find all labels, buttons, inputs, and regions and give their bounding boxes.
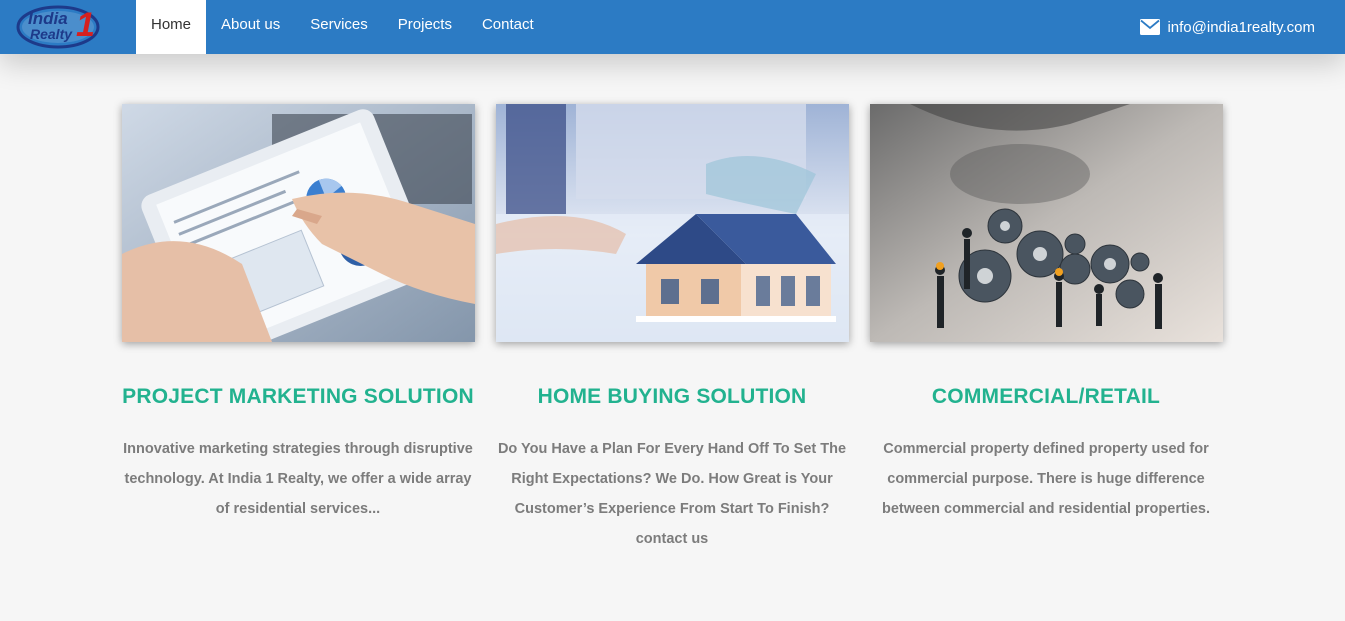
mail-icon <box>1140 19 1161 35</box>
tablet-chart-image <box>121 104 475 342</box>
nav-about-us[interactable]: About us <box>206 0 295 54</box>
services-section: PROJECT MARKETING SOLUTION Innovative ma… <box>111 104 1233 554</box>
email-contact-link[interactable]: info@india1realty.com <box>1140 0 1315 54</box>
india1-realty-logo[interactable]: India Realty 1 <box>16 0 106 52</box>
nav-home[interactable]: Home <box>136 0 207 54</box>
card-title: COMMERCIAL/RETAIL <box>931 385 1161 408</box>
house-model-image <box>495 104 849 342</box>
nav-projects[interactable]: Projects <box>383 0 467 54</box>
email-address[interactable]: info@india1realty.com <box>1167 19 1315 36</box>
card-home-buying: HOME BUYING SOLUTION Do You Have a Plan … <box>485 104 859 554</box>
card-project-marketing: PROJECT MARKETING SOLUTION Innovative ma… <box>111 104 485 554</box>
gears-teamwork-image <box>869 104 1223 342</box>
card-description: Commercial property defined property use… <box>882 441 1210 517</box>
card-description: Innovative marketing strategies through … <box>123 441 473 517</box>
card-title: HOME BUYING SOLUTION <box>537 385 807 408</box>
nav-services[interactable]: Services <box>295 0 383 54</box>
svg-text:Realty: Realty <box>30 26 73 42</box>
card-commercial-retail: COMMERCIAL/RETAIL Commercial property de… <box>859 104 1233 554</box>
card-description: Do You Have a Plan For Every Hand Off To… <box>497 441 847 547</box>
card-title: PROJECT MARKETING SOLUTION <box>122 385 474 408</box>
nav-contact[interactable]: Contact <box>467 0 549 54</box>
svg-text:1: 1 <box>76 6 95 44</box>
top-navbar: India Realty 1 Home About us Services Pr… <box>0 0 1345 54</box>
main-nav: Home About us Services Projects Contact <box>136 0 549 54</box>
